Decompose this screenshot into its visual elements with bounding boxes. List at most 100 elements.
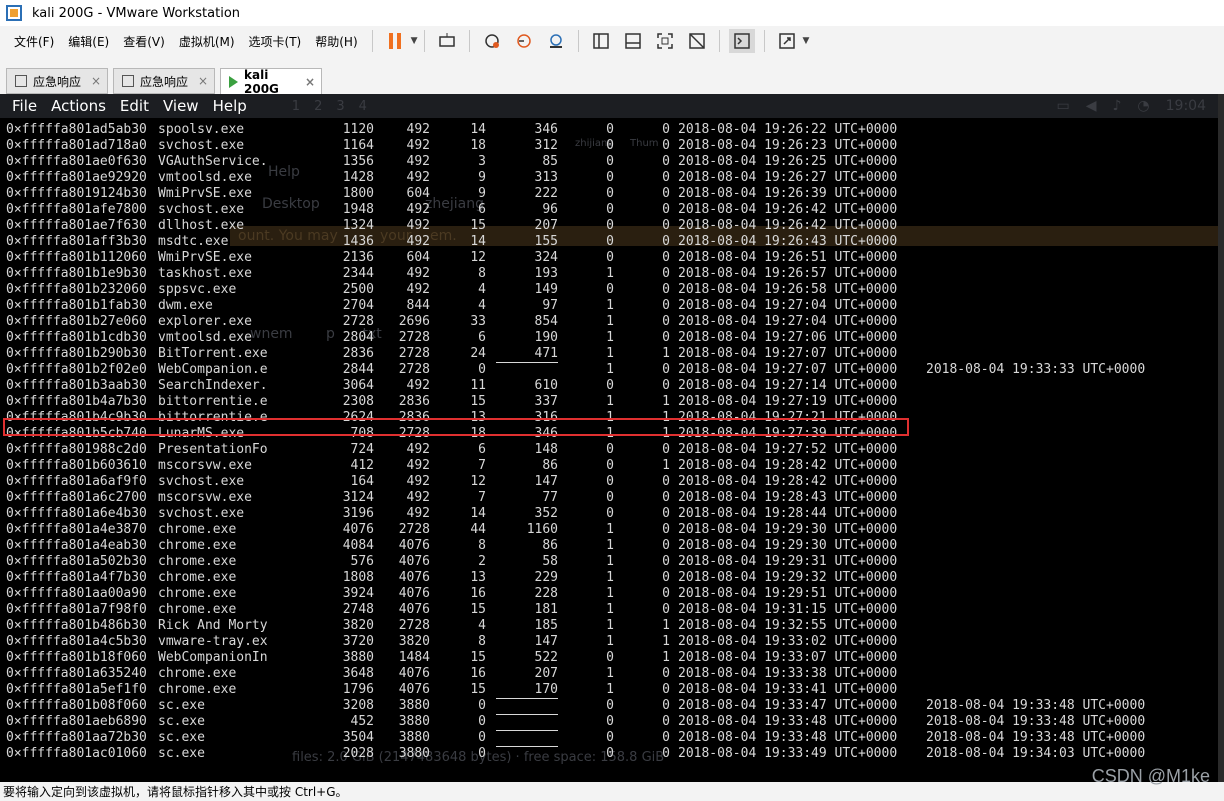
process-row: 0×fffffa801b486b30 Rick And Morty 3820 2728…: [0, 618, 1224, 634]
process-row: 0×fffffa801a635240 chrome.exe 3648 4076 16 20…: [0, 666, 1224, 682]
process-sess: 1: [606, 586, 614, 601]
process-hnds: 181: [534, 602, 558, 617]
thumbnail-bar-button[interactable]: [620, 29, 646, 53]
process-wow64: 0: [662, 474, 670, 489]
kali-menu-file[interactable]: File: [5, 97, 44, 115]
process-start: 2018-08-04 19:27:14 UTC+0000: [678, 378, 898, 393]
process-offset: 0×fffffa801ad5ab30: [6, 122, 147, 137]
process-pid: 4084: [342, 538, 374, 553]
process-ppid: 492: [406, 154, 430, 169]
tab-kali[interactable]: kali 200G ×: [220, 68, 322, 96]
tab-emergency-2[interactable]: 应急响应 ×: [113, 68, 215, 94]
process-name: svchost.exe: [158, 474, 245, 489]
close-icon[interactable]: ×: [305, 75, 315, 89]
stretch-button[interactable]: [774, 29, 800, 53]
process-wow64: 0: [662, 282, 670, 297]
process-ppid: 844: [406, 298, 430, 313]
process-thds: 9: [478, 170, 486, 185]
process-wow64: 0: [662, 698, 670, 713]
revert-snapshot-button[interactable]: [511, 29, 537, 53]
process-wow64: 1: [662, 618, 670, 633]
process-pid: 164: [350, 474, 374, 489]
process-start: 2018-08-04 19:26:22 UTC+0000: [678, 122, 898, 137]
close-icon[interactable]: ×: [91, 74, 101, 88]
process-row: 0×fffffa801ae7f630 dllhost.exe 1324 492 15 20…: [0, 218, 1224, 234]
process-exit: 2018-08-04 19:33:48 UTC+0000: [926, 730, 1146, 745]
process-pid: 3880: [342, 650, 374, 665]
process-offset: 0×fffffa801afe7800: [6, 202, 147, 217]
process-wow64: 0: [662, 490, 670, 505]
process-pid: 412: [350, 458, 374, 473]
process-thds: 2: [478, 554, 486, 569]
menu-view[interactable]: 查看(V): [117, 33, 171, 50]
process-ppid: 492: [406, 266, 430, 281]
process-thds: 8: [478, 266, 486, 281]
process-sess: 0: [606, 490, 614, 505]
process-pid: 1428: [342, 170, 374, 185]
process-pid: 3196: [342, 506, 374, 521]
process-ppid: 2728: [398, 330, 430, 345]
close-icon[interactable]: ×: [198, 74, 208, 88]
process-pid: 2704: [342, 298, 374, 313]
ghost-bell-icon: ♪: [1112, 98, 1122, 114]
full-screen-button[interactable]: [652, 29, 678, 53]
process-ppid: 492: [406, 474, 430, 489]
process-offset: 0×fffffa801a4f7b30: [6, 570, 147, 585]
kali-menu-help[interactable]: Help: [206, 97, 254, 115]
menu-file[interactable]: 文件(F): [8, 33, 60, 50]
menu-vm[interactable]: 虚拟机(M): [173, 33, 241, 50]
window-title: kali 200G - VMware Workstation: [32, 5, 241, 21]
process-row: 0×fffffa801ae92920 vmtoolsd.exe 1428 492 9 31…: [0, 170, 1224, 186]
process-name: svchost.exe: [158, 202, 245, 217]
process-pid: 1436: [342, 234, 374, 249]
snapshot-button[interactable]: [479, 29, 505, 53]
process-name: BitTorrent.exe: [158, 346, 268, 361]
menu-help[interactable]: 帮助(H): [309, 33, 363, 50]
process-hnds: 85: [542, 154, 558, 169]
show-library-button[interactable]: [588, 29, 614, 53]
vm-console[interactable]: Help Desktop zhejiang zhijiang Thum ount…: [0, 94, 1224, 782]
process-start: 2018-08-04 19:26:58 UTC+0000: [678, 282, 898, 297]
process-wow64: 0: [662, 234, 670, 249]
process-hnds: 148: [534, 442, 558, 457]
console-view-button[interactable]: [728, 29, 755, 53]
process-row: 0×fffffa801b2f02e0 WebCompanion.e 2844 2728…: [0, 362, 1224, 378]
kali-menu-edit[interactable]: Edit: [113, 97, 156, 115]
process-thds: 0: [478, 362, 486, 377]
process-pid: 3648: [342, 666, 374, 681]
menu-edit[interactable]: 编辑(E): [62, 33, 115, 50]
process-offset: 0×fffffa801aa72b30: [6, 730, 147, 745]
process-start: 2018-08-04 19:27:07 UTC+0000: [678, 346, 898, 361]
process-hnds: 190: [534, 330, 558, 345]
process-name: vmtoolsd.exe: [158, 170, 252, 185]
process-start: 2018-08-04 19:33:49 UTC+0000: [678, 746, 898, 761]
running-vm-icon: [229, 75, 238, 88]
unity-button[interactable]: [684, 29, 710, 53]
kali-menu-view[interactable]: View: [156, 97, 206, 115]
tab-emergency-1[interactable]: 应急响应 ×: [6, 68, 108, 94]
chevron-down-icon[interactable]: ▼: [411, 36, 418, 46]
send-ctrl-alt-del-button[interactable]: [434, 29, 460, 53]
process-exit: 2018-08-04 19:33:48 UTC+0000: [926, 698, 1146, 713]
process-name: vmware-tray.ex: [158, 634, 268, 649]
snapshot-manager-button[interactable]: [543, 29, 569, 53]
process-wow64: 0: [662, 522, 670, 537]
process-sess: 0: [606, 698, 614, 713]
pause-button[interactable]: [382, 29, 408, 53]
process-hnds: 471: [534, 346, 558, 361]
process-wow64: 0: [662, 314, 670, 329]
process-thds: 6: [478, 330, 486, 345]
toolbar-separator: [468, 30, 470, 52]
vm-scrollbar[interactable]: [1218, 94, 1224, 782]
process-wow64: 0: [662, 330, 670, 345]
process-thds: 15: [470, 602, 486, 617]
process-sess: 0: [606, 138, 614, 153]
chevron-down-icon[interactable]: ▼: [803, 36, 810, 46]
process-wow64: 1: [662, 650, 670, 665]
ghost-workspace-3: 3: [336, 98, 345, 114]
menu-tabs[interactable]: 选项卡(T): [243, 33, 308, 50]
process-ppid: 492: [406, 442, 430, 457]
process-row: 0×fffffa801a4f7b30 chrome.exe 1808 4076 13 22…: [0, 570, 1224, 586]
process-thds: 8: [478, 634, 486, 649]
kali-menu-actions[interactable]: Actions: [44, 97, 113, 115]
